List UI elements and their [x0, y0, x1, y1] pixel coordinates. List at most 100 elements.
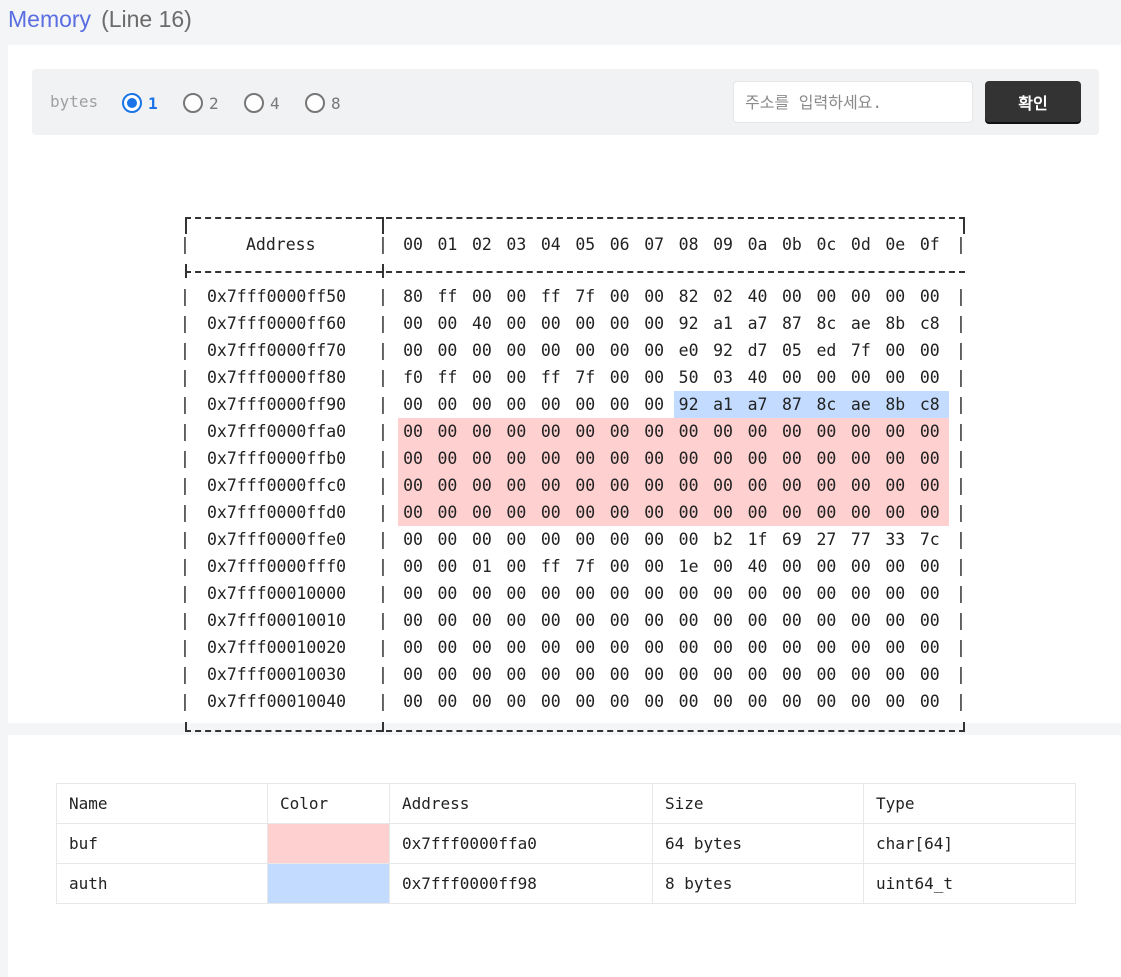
- memory-byte: 00: [644, 530, 665, 549]
- memory-byte: 00: [713, 422, 733, 441]
- memory-byte: 00: [782, 584, 802, 603]
- column-header: 06: [609, 235, 630, 254]
- dump-pipe: |: [956, 287, 966, 306]
- memory-byte: 00: [471, 368, 492, 387]
- memory-byte: 00: [609, 557, 630, 576]
- memory-byte: 00: [540, 638, 561, 657]
- row-address: 0x7fff0000ff70: [207, 341, 347, 360]
- memory-byte: 92: [678, 395, 699, 414]
- memory-byte: 80: [403, 287, 423, 306]
- memory-byte: 00: [644, 638, 665, 657]
- memory-byte: 00: [816, 611, 837, 630]
- column-header: 03: [506, 235, 527, 254]
- dump-pipe: |: [956, 395, 966, 414]
- memory-byte: 00: [471, 584, 492, 603]
- memory-byte: 00: [885, 692, 906, 711]
- memory-byte: 00: [506, 665, 527, 684]
- memory-byte: 00: [713, 476, 733, 495]
- memory-byte: 00: [540, 692, 561, 711]
- memory-byte: 00: [678, 476, 699, 495]
- memory-byte: 00: [644, 422, 665, 441]
- memory-byte: 00: [885, 638, 906, 657]
- row-address: 0x7fff00010010: [207, 611, 347, 630]
- var-color-swatch: [267, 823, 390, 864]
- memory-byte: 00: [506, 395, 527, 414]
- row-address: 0x7fff00010000: [207, 584, 347, 603]
- memory-byte: 00: [850, 611, 871, 630]
- memory-byte: 00: [885, 476, 906, 495]
- bytes-radio-2[interactable]: 2: [183, 92, 219, 114]
- memory-byte: 00: [644, 449, 665, 468]
- memory-byte: 00: [885, 368, 906, 387]
- memory-byte: 00: [919, 557, 940, 576]
- memory-byte: 00: [747, 665, 768, 684]
- memory-byte: 00: [644, 476, 665, 495]
- confirm-button[interactable]: 확인: [985, 81, 1081, 122]
- dump-pipe: |: [180, 665, 190, 684]
- memory-byte: 00: [437, 395, 458, 414]
- memory-byte: 00: [403, 584, 423, 603]
- dump-pipe: |: [378, 395, 388, 414]
- dump-pipe: |: [956, 638, 966, 657]
- dump-border-bottom: [185, 730, 965, 732]
- row-address: 0x7fff0000ffb0: [207, 449, 347, 468]
- dump-pipe: |: [378, 692, 388, 711]
- radio-label: 2: [209, 93, 219, 113]
- memory-byte: 8c: [816, 314, 837, 333]
- variables-card: Name Color Address Size Type buf 0x7fff0…: [8, 735, 1121, 977]
- memory-byte: 00: [885, 611, 906, 630]
- dump-corner: [185, 722, 187, 732]
- memory-byte: 00: [609, 449, 630, 468]
- memory-byte: 8b: [885, 395, 906, 414]
- memory-byte: 00: [540, 611, 561, 630]
- dump-pipe: |: [956, 341, 966, 360]
- bytes-radio-1[interactable]: 1: [122, 92, 158, 114]
- dump-pipe: |: [378, 503, 388, 522]
- dump-pipe: |: [180, 611, 190, 630]
- memory-byte: 50: [678, 368, 699, 387]
- address-input[interactable]: [733, 81, 973, 123]
- memory-byte: 00: [437, 584, 458, 603]
- memory-byte: ff: [540, 368, 561, 387]
- memory-byte: 00: [403, 557, 423, 576]
- memory-byte: 00: [403, 476, 423, 495]
- memory-byte: 00: [885, 665, 906, 684]
- dump-pipe: |: [180, 235, 190, 254]
- memory-byte: 7c: [919, 530, 940, 549]
- header-address: Address: [389, 783, 653, 824]
- bytes-radio-4[interactable]: 4: [244, 92, 280, 114]
- row-address: 0x7fff0000ffd0: [207, 503, 347, 522]
- radio-label: 8: [331, 93, 341, 113]
- dump-pipe: |: [180, 395, 190, 414]
- var-name: auth: [56, 863, 268, 904]
- memory-byte: 00: [506, 557, 527, 576]
- memory-byte: 00: [713, 692, 733, 711]
- memory-byte: 00: [816, 368, 837, 387]
- row-address: 0x7fff00010020: [207, 638, 347, 657]
- bytes-radio-8[interactable]: 8: [305, 92, 341, 114]
- dump-pipe: |: [180, 449, 190, 468]
- memory-byte: 00: [471, 449, 492, 468]
- memory-byte: 00: [678, 692, 699, 711]
- memory-byte: a1: [713, 395, 733, 414]
- memory-byte: 00: [713, 557, 733, 576]
- memory-byte: 00: [782, 449, 802, 468]
- memory-byte: 00: [471, 395, 492, 414]
- radio-circle-icon: [244, 93, 264, 113]
- memory-byte: 00: [609, 503, 630, 522]
- memory-byte: e0: [678, 341, 699, 360]
- dump-border-top: [185, 217, 965, 219]
- column-header: 0e: [885, 235, 906, 254]
- memory-byte: 00: [678, 449, 699, 468]
- memory-byte: 00: [644, 665, 665, 684]
- memory-byte: 00: [713, 503, 733, 522]
- memory-byte: 00: [816, 557, 837, 576]
- memory-byte: 00: [609, 395, 630, 414]
- memory-byte: 00: [644, 557, 665, 576]
- memory-byte: 00: [747, 638, 768, 657]
- memory-byte: 00: [403, 395, 423, 414]
- memory-byte: 00: [644, 341, 665, 360]
- memory-byte: 00: [609, 341, 630, 360]
- memory-byte: 00: [919, 287, 940, 306]
- memory-byte: 00: [506, 287, 527, 306]
